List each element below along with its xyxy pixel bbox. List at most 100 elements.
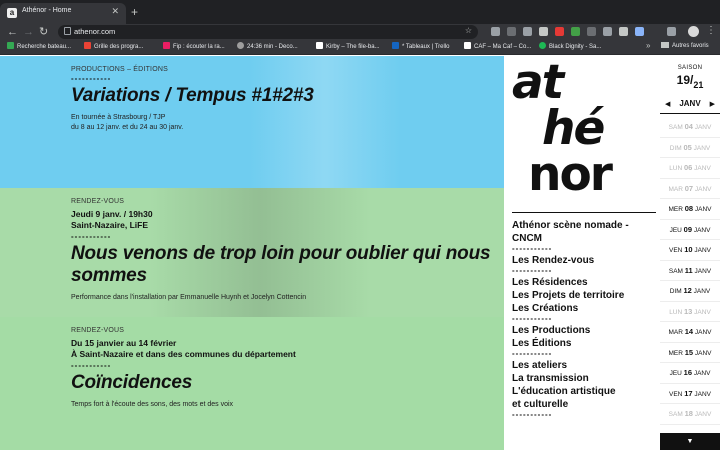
new-tab-button[interactable]: + <box>131 5 138 19</box>
calendar-day[interactable]: VEN 10 JANV <box>660 240 720 261</box>
calendar-day[interactable]: MER 15 JANV <box>660 343 720 363</box>
event-description: En tournée à Strasbourg / TJP du 8 au 12… <box>71 114 184 131</box>
url-text: athenor.com <box>74 27 116 36</box>
season-label: SAISON <box>677 65 703 71</box>
extension-icon[interactable] <box>539 27 548 36</box>
calendar-day[interactable]: JEU 16 JANV <box>660 363 720 384</box>
browser-menu-icon[interactable]: ⋮ <box>706 25 716 36</box>
browser-tab[interactable]: a Athénor - Home ✕ <box>0 3 126 24</box>
bookmark-item[interactable]: Recherche bateau... <box>7 42 71 50</box>
season-years: 19/21 <box>676 73 704 90</box>
site-sidebar: at hé nor Athénor scène nomade - CNCM --… <box>504 56 660 450</box>
extension-icon[interactable] <box>603 27 612 36</box>
event-title[interactable]: Variations / Tempus #1#2#3 <box>71 85 491 107</box>
url-field[interactable]: athenor.com ☆ <box>58 25 478 39</box>
bookmark-item[interactable]: 24:36 min - Deco... <box>237 42 298 50</box>
dash-divider: ----------- <box>512 266 553 275</box>
nav-link-residences[interactable]: Les Résidences <box>512 276 656 289</box>
dash-divider: ----------- <box>512 349 553 358</box>
extension-icon[interactable] <box>619 27 628 36</box>
bookmark-favicon-icon <box>316 42 323 49</box>
address-bar: ← → ↻ athenor.com ☆ ⋮ <box>0 24 720 40</box>
next-month-icon[interactable]: ▶ <box>710 100 715 108</box>
dash-divider: ----------- <box>71 232 112 241</box>
nav-link-education[interactable]: L'éducation artistique <box>512 385 656 398</box>
event-title[interactable]: Nous venons de trop loin pour oublier qu… <box>71 243 491 287</box>
bookmarks-bar: Recherche bateau... Grille des progra...… <box>0 40 720 55</box>
season-calendar: SAISON 19/21 ◀ JANV ▶ SAM 04 JANV DIM 05 … <box>660 56 720 450</box>
calendar-day[interactable]: SAM 18 JANV <box>660 404 720 425</box>
extension-icon[interactable] <box>571 27 580 36</box>
calendar-day[interactable]: DIM 12 JANV <box>660 281 720 302</box>
event-date: Du 15 janvier au 14 février <box>71 338 177 348</box>
calendar-day[interactable]: MER 08 JANV <box>660 199 720 220</box>
extension-icon[interactable] <box>667 27 676 36</box>
nav-link-productions[interactable]: Les Productions <box>512 324 656 337</box>
extension-icon[interactable] <box>635 27 644 36</box>
extension-icon[interactable] <box>523 27 532 36</box>
back-icon[interactable]: ← <box>7 25 18 39</box>
event-description: Performance dans l'installation par Emma… <box>71 294 307 301</box>
bookmark-item[interactable]: CAF – Ma Caf – Co... <box>464 42 531 50</box>
calendar-day[interactable]: MAR 14 JANV <box>660 322 720 343</box>
nav-link-ateliers[interactable]: Les ateliers <box>512 359 656 372</box>
calendar-day[interactable]: VEN 17 JANV <box>660 384 720 404</box>
site-logo-line[interactable]: at <box>512 59 564 106</box>
other-bookmarks-folder[interactable]: Autres favoris <box>661 42 709 49</box>
bookmark-star-icon[interactable]: ☆ <box>465 26 472 35</box>
bookmark-favicon-icon <box>464 42 471 49</box>
month-switcher: ◀ JANV ▶ <box>660 99 720 111</box>
calendar-day[interactable]: LUN 13 JANV <box>660 302 720 322</box>
event-card: RENDEZ-VOUS Du 15 janvier au 14 février … <box>71 327 491 410</box>
divider <box>512 212 656 213</box>
lock-icon <box>64 27 71 35</box>
calendar-day[interactable]: SAM 04 JANV <box>660 117 720 138</box>
site-logo-line[interactable]: nor <box>528 151 613 198</box>
forward-icon[interactable]: → <box>23 25 34 39</box>
bookmark-favicon-icon <box>163 42 170 49</box>
event-card: PRODUCTIONS – ÉDITIONS ----------- Varia… <box>71 66 491 133</box>
calendar-day[interactable]: MAR 07 JANV <box>660 179 720 199</box>
nav-link-projets[interactable]: Les Projets de territoire <box>512 289 656 302</box>
calendar-day[interactable]: DIM 05 JANV <box>660 138 720 158</box>
scroll-down-button[interactable]: ▼ <box>660 433 720 450</box>
extension-icon[interactable] <box>507 27 516 36</box>
bookmark-item[interactable]: Black Dignity - Sa... <box>539 42 601 50</box>
event-category: RENDEZ-VOUS <box>71 327 125 334</box>
dash-divider: ----------- <box>512 314 553 323</box>
bookmark-item[interactable]: Kirby – The file-ba... <box>316 42 380 50</box>
nav-link-transmission[interactable]: La transmission <box>512 372 656 385</box>
more-bookmarks-button[interactable]: » <box>646 41 650 50</box>
bookmark-favicon-icon <box>392 42 399 49</box>
bookmark-item[interactable]: Grille des progra... <box>84 42 143 50</box>
reload-icon[interactable]: ↻ <box>39 25 48 39</box>
dash-divider: ----------- <box>512 410 553 419</box>
dash-divider: ----------- <box>71 361 112 370</box>
event-location: Saint-Nazaire, LiFE <box>71 220 148 230</box>
tab-title: Athénor - Home <box>22 7 72 14</box>
close-tab-icon[interactable]: ✕ <box>111 6 119 17</box>
calendar-day[interactable]: JEU 09 JANV <box>660 220 720 240</box>
extension-icon[interactable] <box>491 27 500 36</box>
event-category: PRODUCTIONS – ÉDITIONS <box>71 66 168 73</box>
main-nav: Athénor scène nomade - CNCM ----------- … <box>512 219 656 420</box>
extension-icon[interactable] <box>587 27 596 36</box>
event-band-nous-venons[interactable]: RENDEZ-VOUS Jeudi 9 janv. / 19h30 Saint-… <box>0 188 504 317</box>
nav-link-athenor[interactable]: Athénor scène nomade - <box>512 219 656 232</box>
browser-tab-bar: a Athénor - Home ✕ + <box>0 0 720 24</box>
event-title[interactable]: Coïncidences <box>71 372 491 394</box>
event-band-variations[interactable]: PRODUCTIONS – ÉDITIONS ----------- Varia… <box>0 56 504 188</box>
bookmark-favicon-icon <box>84 42 91 49</box>
event-band-coincidences[interactable]: RENDEZ-VOUS Du 15 janvier au 14 février … <box>0 317 504 450</box>
event-date: Jeudi 9 janv. / 19h30 <box>71 209 153 219</box>
calendar-day-list: SAM 04 JANV DIM 05 JANV LUN 06 JANV MAR 07 … <box>660 117 720 425</box>
calendar-day[interactable]: LUN 06 JANV <box>660 158 720 179</box>
profile-avatar[interactable] <box>688 26 699 37</box>
bookmark-favicon-icon <box>539 42 546 49</box>
calendar-day[interactable]: SAM 11 JANV <box>660 261 720 281</box>
site-logo-line[interactable]: hé <box>542 105 605 152</box>
bookmark-item[interactable]: Fip : écouter la ra... <box>163 42 225 50</box>
divider <box>660 113 720 114</box>
extension-icon[interactable] <box>555 27 564 36</box>
bookmark-item[interactable]: * Tableaux | Trello <box>392 42 449 50</box>
